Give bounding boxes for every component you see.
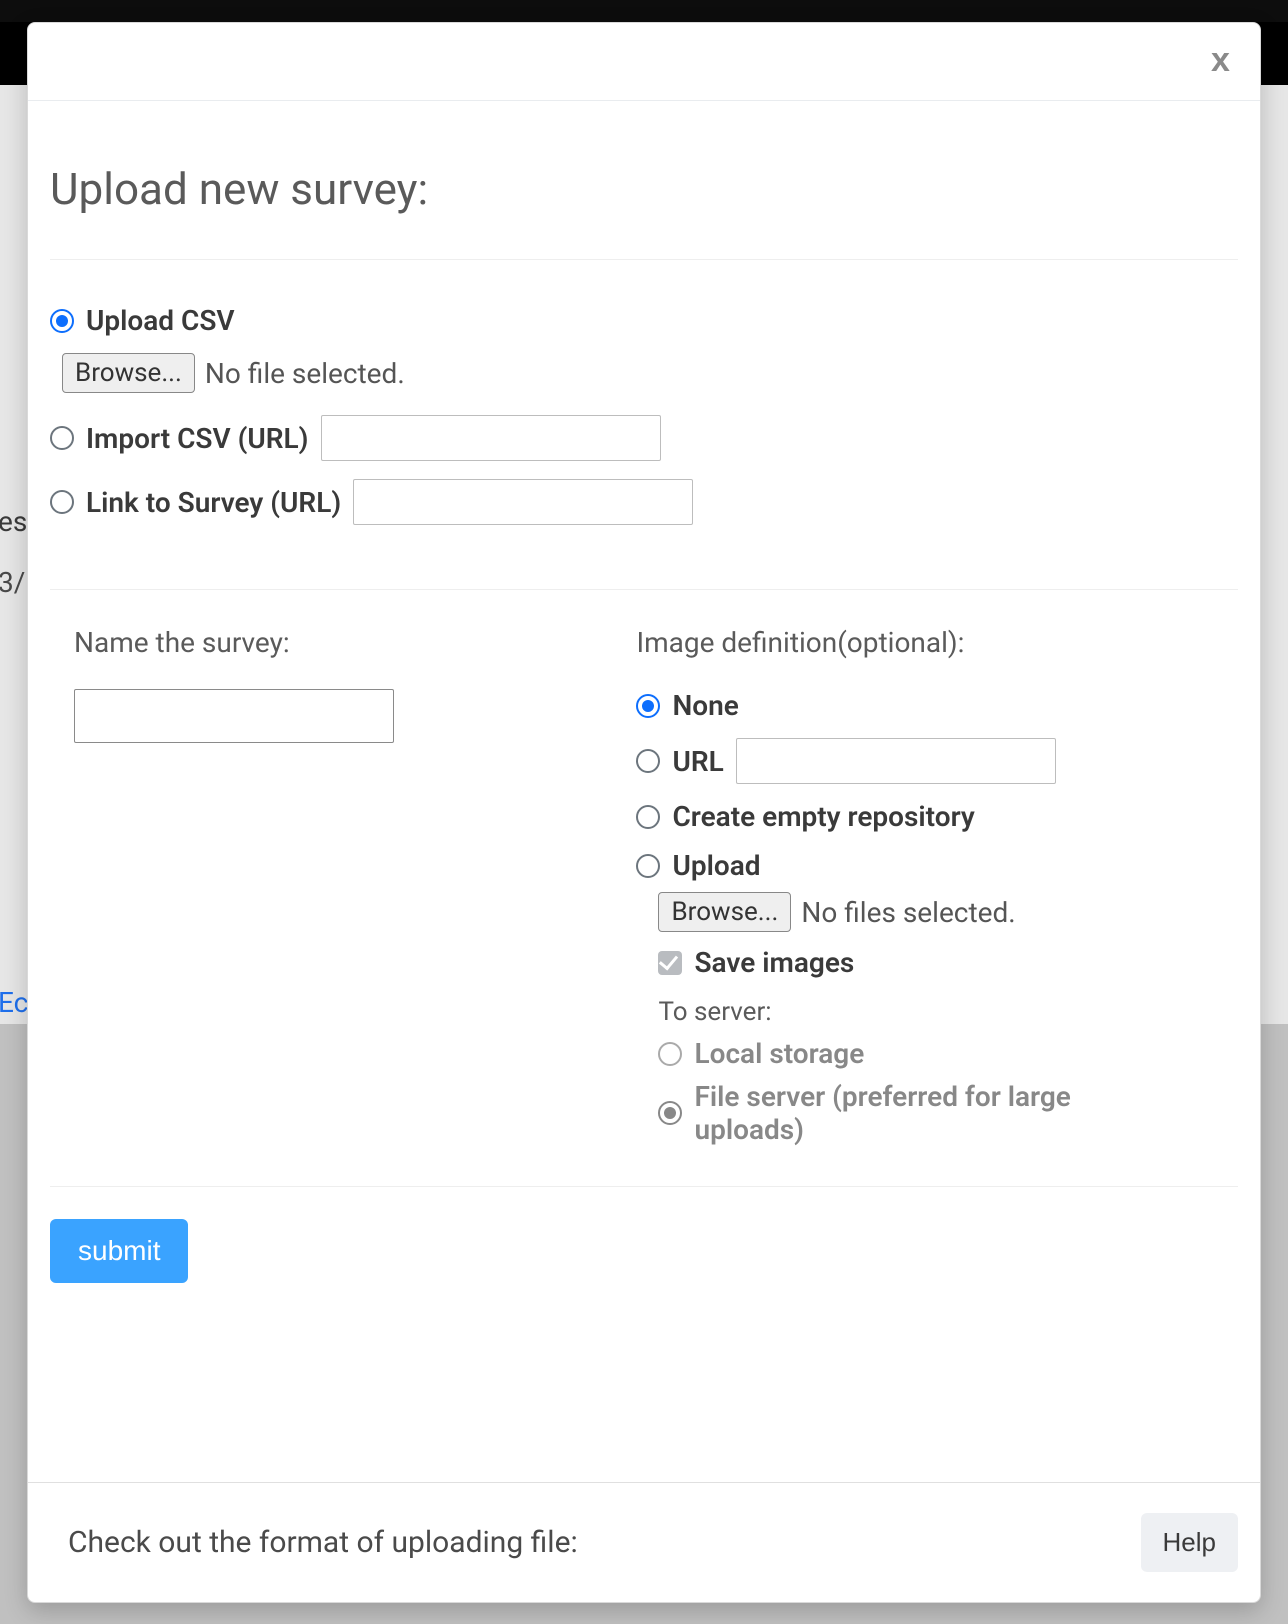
- radio-storage-local[interactable]: [658, 1042, 682, 1066]
- label-image-url: URL: [672, 745, 723, 778]
- image-option-create-repo-row: Create empty repository: [636, 800, 1238, 833]
- image-option-url-row: URL: [636, 738, 1238, 784]
- radio-image-none[interactable]: [636, 694, 660, 718]
- radio-image-upload[interactable]: [636, 854, 660, 878]
- image-upload-file-picker: Browse... No files selected.: [658, 892, 1238, 932]
- image-upload-file-status: No files selected.: [801, 896, 1015, 929]
- radio-upload-csv[interactable]: [50, 309, 74, 333]
- modal-header: x: [28, 23, 1260, 101]
- submit-region: submit: [50, 1186, 1238, 1283]
- label-import-csv-url: Import CSV (URL): [86, 422, 309, 455]
- radio-storage-file-server[interactable]: [658, 1101, 682, 1125]
- upload-csv-file-status: No file selected.: [205, 357, 405, 390]
- label-storage-local: Local storage: [694, 1037, 864, 1070]
- to-server-label: To server:: [658, 997, 1238, 1027]
- label-storage-file-server: File server (preferred for large uploads…: [694, 1080, 1154, 1146]
- name-survey-label: Name the survey:: [74, 626, 596, 659]
- upload-csv-file-picker: Browse... No file selected.: [62, 353, 1238, 393]
- page-dark-top-bar: [0, 0, 1288, 22]
- label-image-upload: Upload: [672, 849, 760, 882]
- image-upload-nested: Browse... No files selected. Save images…: [658, 892, 1238, 1146]
- help-button[interactable]: Help: [1141, 1513, 1238, 1572]
- close-icon[interactable]: x: [1202, 43, 1238, 79]
- option-link-survey-url-row: Link to Survey (URL): [50, 479, 1238, 525]
- radio-import-csv-url[interactable]: [50, 426, 74, 450]
- browse-image-button[interactable]: Browse...: [658, 892, 791, 932]
- radio-image-create-repo[interactable]: [636, 805, 660, 829]
- storage-file-server-row: File server (preferred for large uploads…: [658, 1080, 1238, 1146]
- option-upload-csv-row: Upload CSV: [50, 304, 1238, 337]
- image-definition-section: Image definition(optional): None URL Cre…: [636, 626, 1238, 1146]
- import-csv-url-input[interactable]: [321, 415, 661, 461]
- image-definition-label: Image definition(optional):: [636, 626, 1238, 659]
- image-option-none-row: None: [636, 689, 1238, 722]
- modal-footer: Check out the format of uploading file: …: [28, 1482, 1260, 1602]
- name-section: Name the survey:: [50, 626, 596, 1146]
- details-section: Name the survey: Image definition(option…: [50, 589, 1238, 1146]
- label-upload-csv: Upload CSV: [86, 304, 235, 337]
- survey-name-input[interactable]: [74, 689, 394, 743]
- radio-image-url[interactable]: [636, 749, 660, 773]
- label-image-none: None: [672, 689, 738, 722]
- modal-title: Upload new survey:: [50, 101, 1238, 260]
- source-options: Upload CSV Browse... No file selected. I…: [50, 304, 1238, 525]
- save-images-row: Save images: [658, 946, 1238, 979]
- upload-survey-modal: x Upload new survey: Upload CSV Browse..…: [27, 22, 1261, 1603]
- radio-link-survey-url[interactable]: [50, 490, 74, 514]
- storage-local-row: Local storage: [658, 1037, 1238, 1070]
- label-save-images: Save images: [694, 946, 854, 979]
- modal-body: Upload new survey: Upload CSV Browse... …: [28, 101, 1260, 1482]
- submit-button[interactable]: submit: [50, 1219, 188, 1283]
- footer-text: Check out the format of uploading file:: [68, 1525, 578, 1560]
- background-clipped-text-3: Ec: [0, 986, 28, 1019]
- background-clipped-text-1: es: [0, 505, 27, 538]
- link-survey-url-input[interactable]: [353, 479, 693, 525]
- browse-csv-button[interactable]: Browse...: [62, 353, 195, 393]
- image-option-upload-row: Upload: [636, 849, 1238, 882]
- image-url-input[interactable]: [736, 738, 1056, 784]
- label-link-survey-url: Link to Survey (URL): [86, 486, 341, 519]
- label-image-create-repo: Create empty repository: [672, 800, 974, 833]
- checkbox-save-images[interactable]: [658, 951, 682, 975]
- option-import-csv-url-row: Import CSV (URL): [50, 415, 1238, 461]
